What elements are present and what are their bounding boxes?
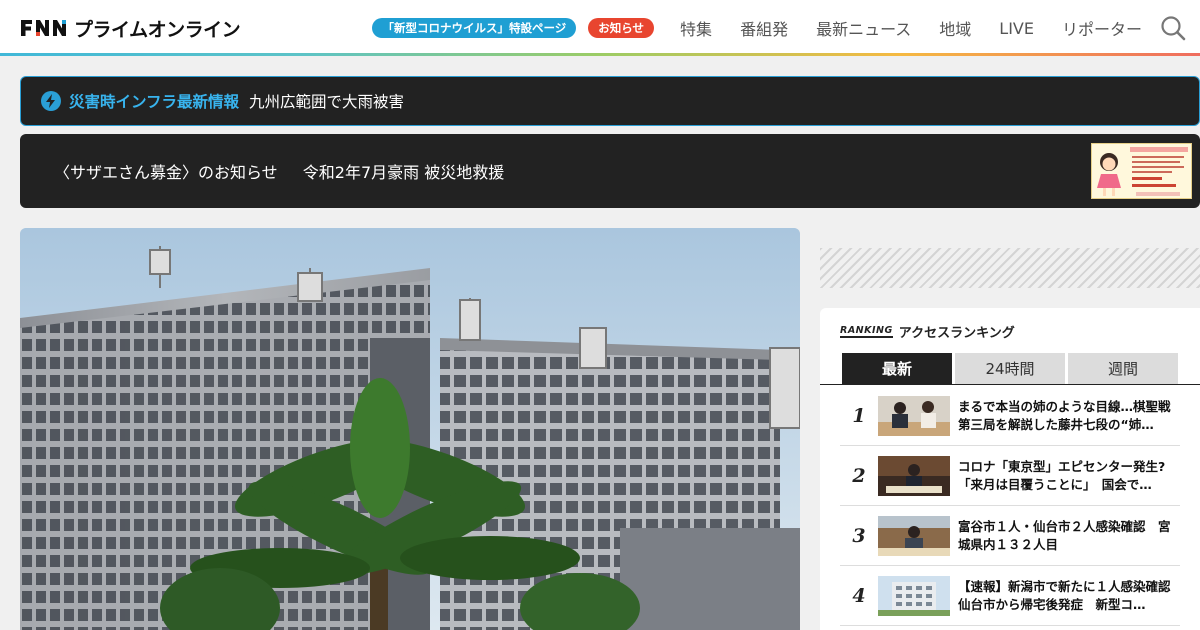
- notice-subtitle: 令和2年7月豪雨 被災地救援: [302, 163, 505, 182]
- nav-region[interactable]: 地域: [939, 16, 971, 40]
- site-logo[interactable]: プライムオンライン: [20, 16, 241, 41]
- sazae-fund-banner[interactable]: 〈サザエさん募金〉のお知らせ 令和2年7月豪雨 被災地救援: [20, 134, 1200, 208]
- rank-title: 富谷市１人・仙台市２人感染確認 宮城県内１３２人目: [958, 518, 1171, 552]
- lightning-icon: [41, 91, 61, 111]
- rank-number: 3: [852, 524, 866, 547]
- notice-thumbnail: [1091, 143, 1192, 199]
- list-item[interactable]: 3 富谷市１人・仙台市２人感染確認 宮城県内１３２人目: [840, 506, 1180, 566]
- ad-placeholder: [820, 248, 1200, 288]
- ranking-badge: RANKING: [840, 325, 893, 338]
- header-accent-rule: [0, 53, 1200, 56]
- nav-live[interactable]: LIVE: [999, 19, 1034, 38]
- global-nav: 「新型コロナウイルス」特設ページ お知らせ 特集 番組発 最新ニュース 地域 L…: [372, 0, 1200, 56]
- logo-text: プライムオンライン: [74, 18, 241, 41]
- alert-text: 九州広範囲で大雨被害: [249, 93, 405, 111]
- notice-link[interactable]: お知らせ: [588, 18, 655, 38]
- ranking-list: 1 まるで本当の姉のような目線…棋聖戦第三局を解説した藤井七段の“姉… 2 コロ…: [840, 386, 1180, 626]
- tab-latest[interactable]: 最新: [842, 353, 952, 384]
- nav-feature[interactable]: 特集: [680, 16, 712, 40]
- search-icon[interactable]: [1160, 15, 1186, 41]
- list-item[interactable]: 2 コロナ「東京型」エピセンター発生?「来月は目覆うことに」 国会で…: [840, 446, 1180, 506]
- fnn-logo-mark: [20, 19, 70, 37]
- tab-24h[interactable]: 24時間: [955, 353, 1065, 384]
- rank-number: 4: [852, 584, 866, 607]
- tabs-divider: [820, 384, 1200, 385]
- rank-number: 2: [852, 464, 866, 487]
- article-thumbnail: [878, 455, 950, 496]
- nav-latest-news[interactable]: 最新ニュース: [816, 16, 911, 40]
- rank-title: コロナ「東京型」エピセンター発生?「来月は目覆うことに」 国会で…: [958, 458, 1166, 492]
- covid-special-page-link[interactable]: 「新型コロナウイルス」特設ページ: [372, 18, 577, 38]
- tab-weekly[interactable]: 週間: [1068, 353, 1178, 384]
- rank-number: 1: [852, 404, 866, 427]
- alert-label: 災害時インフラ最新情報: [69, 93, 240, 111]
- rank-title: まるで本当の姉のような目線…棋聖戦第三局を解説した藤井七段の“姉…: [958, 398, 1171, 432]
- article-thumbnail: [878, 395, 950, 436]
- nav-programs[interactable]: 番組発: [740, 16, 788, 40]
- ranking-title: アクセスランキング: [898, 326, 1015, 341]
- nav-reporter[interactable]: リポーター: [1062, 16, 1142, 40]
- site-header: プライムオンライン 「新型コロナウイルス」特設ページ お知らせ 特集 番組発 最…: [0, 0, 1200, 56]
- access-ranking-panel: RANKING アクセスランキング 最新 24時間 週間 1 まるで本当の姉のよ…: [820, 308, 1200, 630]
- disaster-alert-banner[interactable]: 災害時インフラ最新情報 九州広範囲で大雨被害: [20, 76, 1200, 126]
- notice-title: 〈サザエさん募金〉のお知らせ: [54, 163, 278, 182]
- article-thumbnail: [878, 515, 950, 556]
- rank-title: 【速報】新潟市で新たに１人感染確認 仙台市から帰宅後発症 新型コ…: [958, 578, 1180, 612]
- article-hero-image[interactable]: [20, 228, 800, 630]
- list-item[interactable]: 1 まるで本当の姉のような目線…棋聖戦第三局を解説した藤井七段の“姉…: [840, 386, 1180, 446]
- ranking-tabs: 最新 24時間 週間: [842, 353, 1181, 384]
- article-thumbnail: [878, 575, 950, 616]
- list-item[interactable]: 4 【速報】新潟市で新たに１人感染確認 仙台市から帰宅後発症 新型コ…: [840, 566, 1180, 626]
